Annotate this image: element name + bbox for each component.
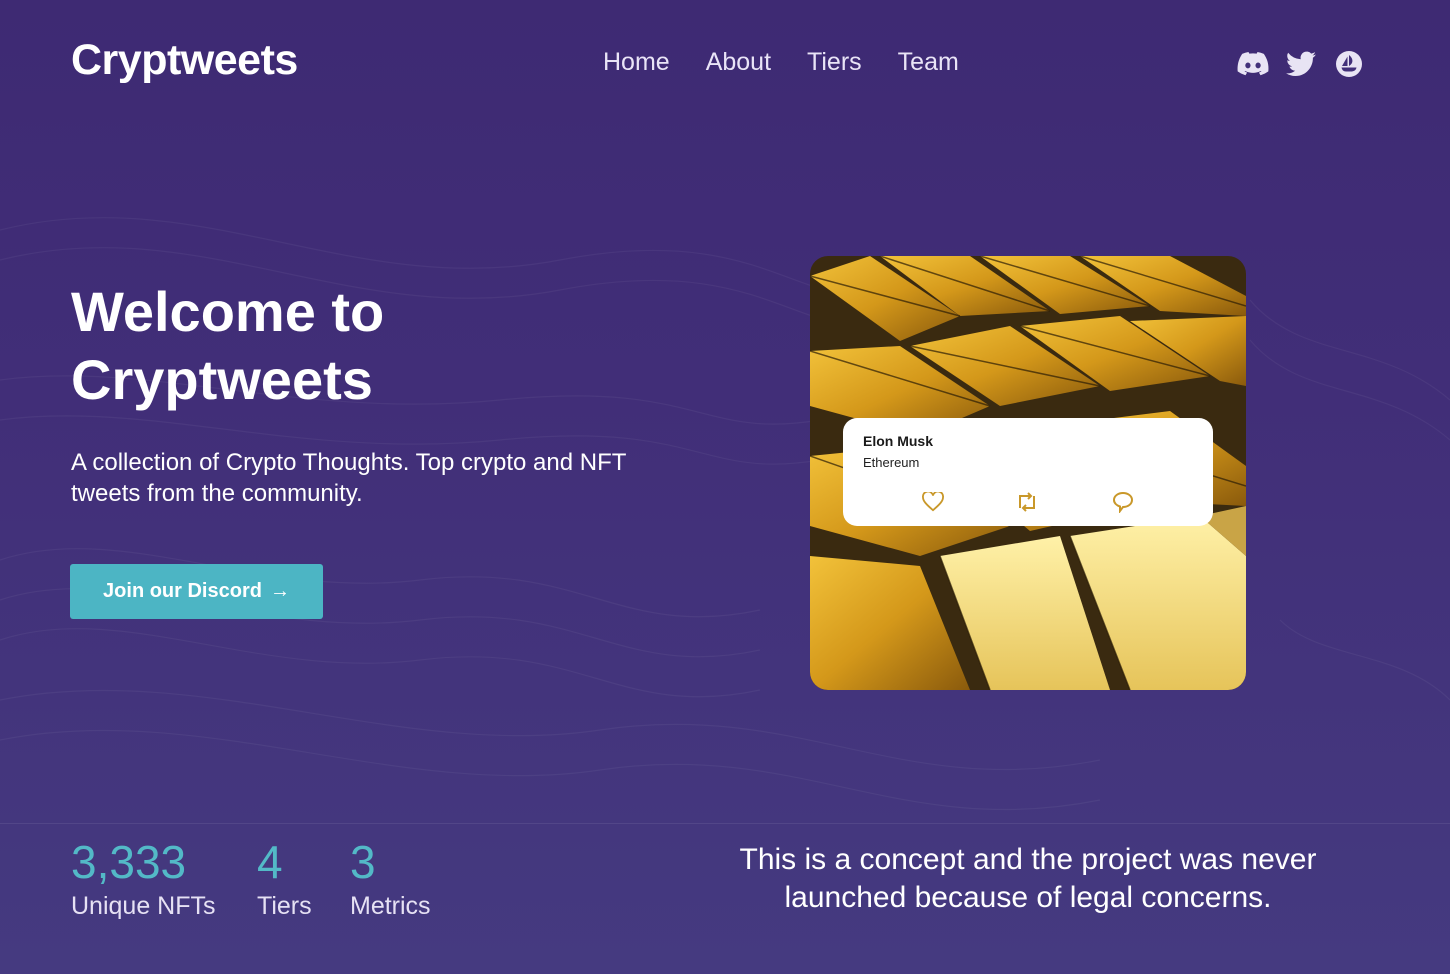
stat-value: 3 <box>350 836 376 888</box>
tweet-card[interactable]: Elon Musk Ethereum <box>843 418 1213 526</box>
opensea-icon[interactable] <box>1333 48 1365 80</box>
stat-value: 3,333 <box>71 836 187 888</box>
heart-icon[interactable] <box>920 490 946 514</box>
main-nav: Home About Tiers Team <box>603 48 959 77</box>
hero-title-line1: Welcome to <box>71 280 385 343</box>
stat-label: Metrics <box>350 892 431 920</box>
hero-title: Welcome to Cryptweets <box>71 278 591 414</box>
comment-icon[interactable] <box>1110 490 1136 514</box>
join-discord-label: Join our Discord <box>103 580 262 602</box>
site-logo[interactable]: Cryptweets <box>71 36 298 85</box>
stat-unique-nfts: 3,333 Unique NFTs <box>71 838 216 921</box>
discord-icon[interactable] <box>1237 48 1269 80</box>
retweet-icon[interactable] <box>1014 490 1040 514</box>
social-links <box>1237 48 1365 80</box>
nav-home[interactable]: Home <box>603 48 670 77</box>
twitter-icon[interactable] <box>1285 48 1317 80</box>
join-discord-button[interactable]: Join our Discord → <box>70 564 323 619</box>
nav-about[interactable]: About <box>706 48 771 77</box>
stats-divider <box>0 823 1450 824</box>
stat-tiers: 4 Tiers <box>257 838 312 921</box>
hero-subtitle: A collection of Crypto Thoughts. Top cry… <box>71 449 626 507</box>
stat-value: 4 <box>257 836 283 888</box>
nav-tiers[interactable]: Tiers <box>807 48 862 77</box>
nav-team[interactable]: Team <box>898 48 959 77</box>
stat-metrics: 3 Metrics <box>350 838 431 921</box>
hero-title-line2: Cryptweets <box>71 348 373 411</box>
concept-notice: This is a concept and the project was ne… <box>739 843 1317 914</box>
stat-label: Tiers <box>257 892 312 920</box>
stat-label: Unique NFTs <box>71 892 216 920</box>
tweet-author: Elon Musk <box>863 433 934 449</box>
arrow-right-icon: → <box>269 580 290 602</box>
tweet-handle: Ethereum <box>863 455 920 470</box>
